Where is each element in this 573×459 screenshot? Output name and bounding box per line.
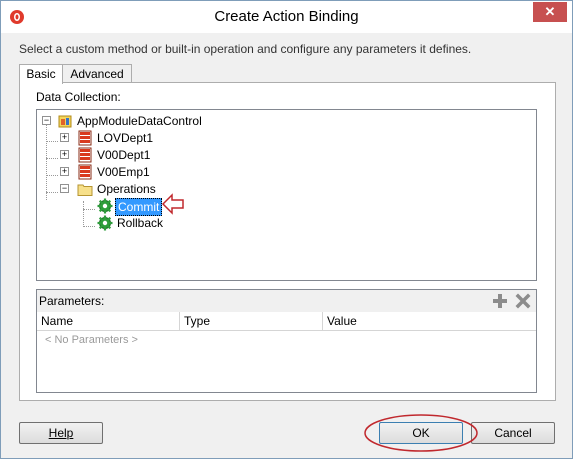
tree-connector (83, 201, 84, 227)
view-object-icon (78, 130, 92, 146)
tree-node-rollback[interactable]: Rollback (117, 215, 163, 231)
annotation-ellipse-icon (364, 414, 478, 452)
gear-icon (97, 215, 113, 231)
view-object-icon (78, 164, 92, 180)
tree-node-operations[interactable]: Operations (97, 181, 156, 197)
tab-advanced-label: Advanced (70, 67, 124, 81)
data-collection-label: Data Collection: (36, 90, 121, 104)
tree-node-root[interactable]: AppModuleDataControl (77, 113, 202, 129)
expand-v00emp1-toggle[interactable]: + (60, 167, 69, 176)
tree-connector (83, 209, 95, 210)
parameters-panel: Parameters: Name Type Value < No Paramet… (36, 289, 537, 393)
column-header-type[interactable]: Type (180, 312, 323, 330)
help-button-label: Help (48, 426, 74, 440)
tree-connector (46, 192, 58, 193)
annotation-arrow-icon (161, 193, 184, 215)
add-icon[interactable] (492, 293, 508, 309)
no-parameters-text: < No Parameters > (45, 334, 138, 346)
column-header-name[interactable]: Name (37, 312, 180, 330)
folder-icon (77, 184, 93, 196)
cancel-button[interactable]: Cancel (471, 422, 555, 444)
tree-node-commit[interactable]: Commit (115, 198, 163, 216)
tab-basic[interactable]: Basic (19, 64, 63, 84)
tree-connector (46, 175, 58, 176)
title-bar: Create Action Binding ✕ (1, 1, 572, 33)
tree-connector (46, 141, 58, 142)
dialog-description: Select a custom method or built-in opera… (19, 42, 472, 56)
basic-tab-panel: Data Collection: − AppModuleDataControl … (19, 82, 556, 401)
tree-connector (46, 124, 47, 200)
collapse-operations-toggle[interactable]: − (60, 184, 69, 193)
column-header-value[interactable]: Value (323, 312, 536, 330)
view-object-icon (78, 147, 92, 163)
parameters-column-headers: Name Type Value (37, 312, 536, 331)
close-button[interactable]: ✕ (533, 2, 567, 22)
tree-node-lovdept1[interactable]: LOVDept1 (97, 130, 153, 146)
collapse-root-toggle[interactable]: − (42, 116, 51, 125)
gear-icon (97, 198, 113, 214)
tree-connector (46, 158, 58, 159)
close-icon: ✕ (544, 4, 556, 19)
window-title: Create Action Binding (214, 8, 359, 25)
tree-node-v00emp1[interactable]: V00Emp1 (97, 164, 150, 180)
parameters-header: Parameters: (37, 290, 536, 313)
cancel-button-label: Cancel (494, 426, 532, 440)
tab-basic-label: Basic (26, 67, 56, 81)
data-control-icon (58, 115, 72, 128)
dialog-window: Create Action Binding ✕ Select a custom … (0, 0, 573, 459)
tree-connector (83, 226, 95, 227)
tree-node-v00dept1[interactable]: V00Dept1 (97, 147, 150, 163)
parameters-label: Parameters: (39, 294, 105, 308)
expand-v00dept1-toggle[interactable]: + (60, 150, 69, 159)
help-button[interactable]: Help (19, 422, 103, 444)
data-collection-tree[interactable]: − AppModuleDataControl + LOVDept1 + V00D… (36, 109, 537, 281)
expand-lovdept1-toggle[interactable]: + (60, 133, 69, 142)
delete-icon[interactable] (515, 293, 531, 309)
tab-advanced[interactable]: Advanced (62, 64, 132, 82)
